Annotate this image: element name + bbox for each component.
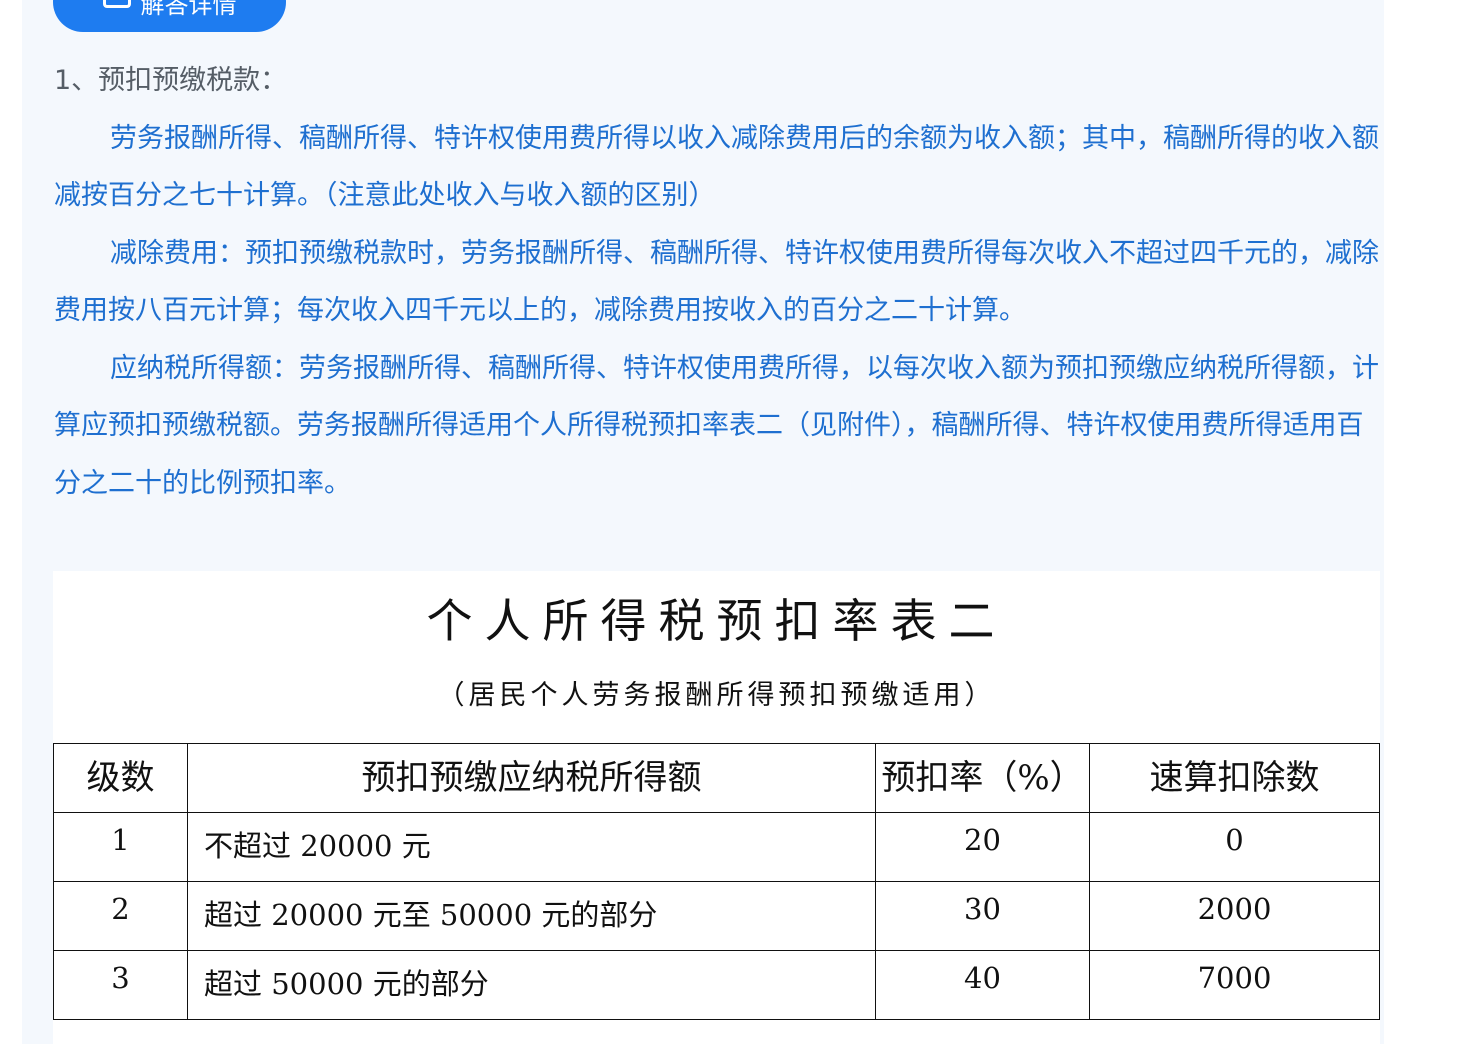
cell-quick-deduction: 7000: [1089, 950, 1380, 1020]
cell-rate: 30: [875, 881, 1090, 951]
table-row: 3 超过 50000 元的部分 40 7000: [53, 950, 1380, 1020]
paragraph-deduction: 减除费用：预扣预缴税款时，劳务报酬所得、稿酬所得、特许权使用费所得每次收入不超过…: [54, 237, 1379, 327]
paragraph-taxable-income: 应纳税所得额：劳务报酬所得、稿酬所得、特许权使用费所得，以每次收入额为预扣预缴应…: [54, 352, 1379, 499]
cell-rate: 20: [875, 812, 1090, 882]
cell-taxable-amount: 超过 20000 元至 50000 元的部分: [187, 881, 876, 951]
header-level: 级数: [53, 743, 188, 813]
cell-taxable-amount: 不超过 20000 元: [187, 812, 876, 882]
table-row: 1 不超过 20000 元 20 0: [53, 812, 1380, 882]
table-header-row: 级数 预扣预缴应纳税所得额 预扣率（%） 速算扣除数: [53, 743, 1380, 813]
answer-detail-button[interactable]: 解答详情: [53, 0, 286, 32]
paragraph-income: 劳务报酬所得、稿酬所得、特许权使用费所得以收入减除费用后的余额为收入额；其中，稿…: [54, 122, 1379, 212]
header-quick-deduction: 速算扣除数: [1089, 743, 1380, 813]
header-rate: 预扣率（%）: [875, 743, 1090, 813]
message-icon: [102, 0, 131, 8]
cell-rate: 40: [875, 950, 1090, 1020]
table-row: 2 超过 20000 元至 50000 元的部分 30 2000: [53, 881, 1380, 951]
cell-quick-deduction: 0: [1089, 812, 1380, 882]
cell-taxable-amount: 超过 50000 元的部分: [187, 950, 876, 1020]
rate-table-title: 个人所得税预扣率表二: [426, 594, 1007, 648]
rate-table: 级数 预扣预缴应纳税所得额 预扣率（%） 速算扣除数 1 不超过 20000 元…: [53, 743, 1380, 1020]
cell-level: 3: [53, 950, 188, 1020]
rate-table-subtitle: （居民个人劳务报酬所得预扣预缴适用）: [437, 680, 996, 711]
section-heading: 1、预扣预缴税款：: [54, 65, 288, 96]
cell-level: 2: [53, 881, 188, 951]
cell-quick-deduction: 2000: [1089, 881, 1380, 951]
cell-level: 1: [53, 812, 188, 882]
answer-text: 1、预扣预缴税款： 劳务报酬所得、稿酬所得、特许权使用费所得以收入减除费用后的余…: [54, 52, 1380, 512]
header-taxable-amount: 预扣预缴应纳税所得额: [187, 743, 876, 813]
rate-table-image: 个人所得税预扣率表二 （居民个人劳务报酬所得预扣预缴适用） 级数 预扣预缴应纳税…: [53, 571, 1380, 1044]
answer-detail-label: 解答详情: [140, 0, 237, 19]
